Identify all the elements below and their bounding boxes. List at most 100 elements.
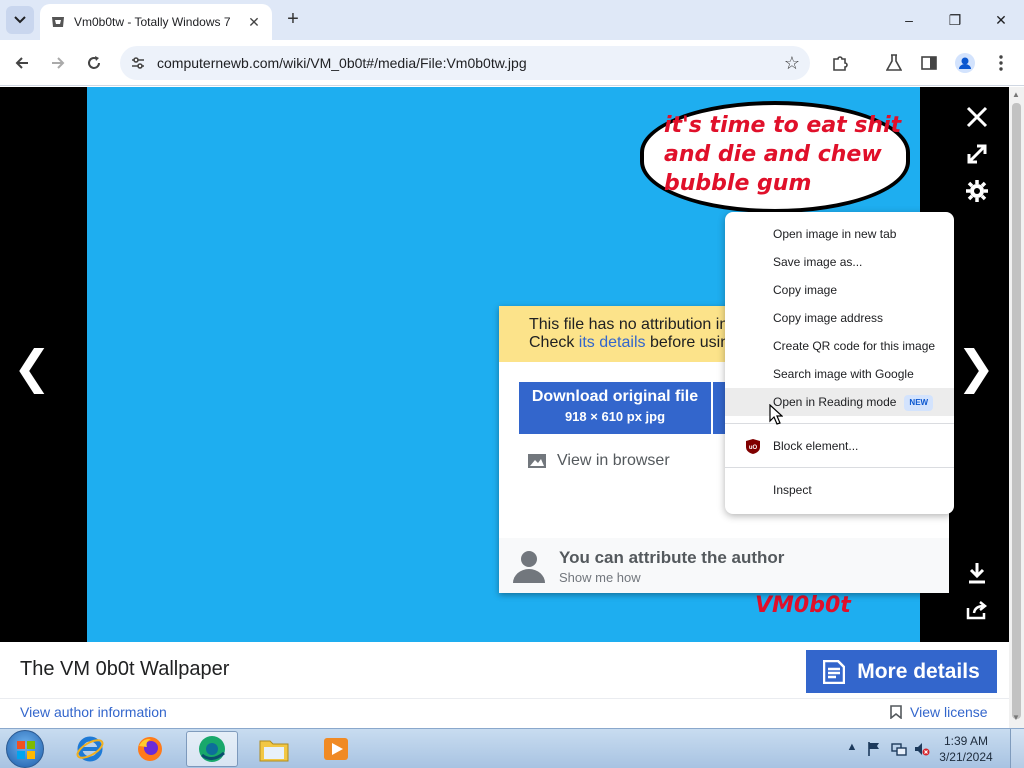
- expand-icon: [967, 144, 987, 164]
- side-panel-icon: [921, 56, 937, 70]
- tray-overflow-chevron[interactable]: ▲: [844, 741, 860, 757]
- kebab-menu-icon: [999, 55, 1003, 71]
- details-link[interactable]: its details: [579, 334, 646, 351]
- ctx-open-reading-mode[interactable]: Open in Reading mode NEW: [725, 388, 954, 416]
- firefox-icon: [138, 737, 162, 761]
- notice-suffix: before usin: [645, 334, 730, 351]
- taskbar-chrome-active[interactable]: [186, 731, 238, 767]
- download-original-meta: 918 × 610 px jpg: [564, 409, 666, 424]
- ctx-copy-image-address[interactable]: Copy image address: [725, 304, 954, 332]
- ctx-label: Open image in new tab: [773, 227, 897, 241]
- view-license-label: View license: [910, 704, 988, 720]
- avatar-icon: [955, 53, 975, 73]
- bookmark-star-icon[interactable]: ☆: [784, 53, 800, 74]
- download-original-button[interactable]: Download original file 918 × 610 px jpg: [519, 382, 711, 434]
- mouse-cursor-icon: [769, 404, 783, 425]
- scroll-up-icon[interactable]: ▲: [1012, 90, 1020, 99]
- ctx-search-image-google[interactable]: Search image with Google: [725, 360, 954, 388]
- attribute-how-link[interactable]: Show me how: [559, 570, 641, 585]
- footer-divider: [0, 698, 1009, 699]
- taskbar-clock[interactable]: 1:39 AM 3/21/2024: [935, 733, 997, 765]
- labs-button[interactable]: [880, 49, 908, 77]
- action-center-flag-icon[interactable]: [866, 741, 882, 757]
- ctx-label: Create QR code for this image: [773, 339, 936, 353]
- ctx-copy-image[interactable]: Copy image: [725, 276, 954, 304]
- ctx-label: Open in Reading mode: [773, 395, 897, 409]
- ctx-block-element[interactable]: uO Block element...: [725, 432, 954, 460]
- media-footer: The VM 0b0t Wallpaper More details View …: [0, 642, 1009, 728]
- flask-icon: [886, 54, 902, 71]
- profile-button[interactable]: [951, 49, 979, 77]
- close-window-button[interactable]: ✕: [978, 0, 1024, 40]
- ctx-label: Block element...: [773, 439, 859, 453]
- maximize-button[interactable]: ❐: [932, 0, 978, 40]
- notice-prefix: Check: [529, 334, 579, 351]
- ctx-label: Search image with Google: [773, 367, 914, 381]
- tab-title: Vm0b0tw - Totally Windows 7: [74, 15, 231, 29]
- volume-muted-icon[interactable]: [914, 741, 930, 757]
- taskbar-internet-explorer[interactable]: [64, 731, 116, 767]
- view-author-link[interactable]: View author information: [20, 704, 167, 720]
- taskbar-firefox[interactable]: [124, 731, 176, 767]
- ctx-create-qr-code[interactable]: Create QR code for this image: [725, 332, 954, 360]
- tab-active[interactable]: Vm0b0tw - Totally Windows 7 ✕: [40, 4, 272, 40]
- tab-search-button[interactable]: [6, 6, 34, 34]
- side-panel-button[interactable]: [915, 49, 943, 77]
- reload-button[interactable]: [80, 49, 108, 77]
- ctx-label: Save image as...: [773, 255, 863, 269]
- ctx-open-image-new-tab[interactable]: Open image in new tab: [725, 220, 954, 248]
- ctx-inspect[interactable]: Inspect: [725, 476, 954, 504]
- url-text[interactable]: computernewb.com/wiki/VM_0b0t#/media/Fil…: [157, 55, 527, 71]
- more-details-label: More details: [857, 659, 980, 683]
- next-image-button[interactable]: ❯: [956, 342, 996, 392]
- chevron-down-icon: [14, 16, 26, 24]
- site-favicon-icon: [52, 17, 64, 27]
- fullscreen-button[interactable]: [962, 139, 992, 169]
- windows-taskbar: ▲ 1:39 AM 3/21/2024: [0, 728, 1024, 768]
- page-scrollbar[interactable]: ▲ ▼: [1009, 87, 1024, 728]
- more-details-button[interactable]: More details: [806, 650, 997, 693]
- windows-logo-icon: [17, 741, 35, 759]
- bookmark-icon: [890, 705, 902, 719]
- arrow-left-icon: [15, 57, 28, 69]
- tab-strip: Vm0b0tw - Totally Windows 7 ✕ + – ❐ ✕: [0, 0, 1024, 40]
- start-button[interactable]: [6, 730, 44, 768]
- attribution-bar[interactable]: You can attribute the author Show me how: [499, 538, 949, 593]
- network-icon[interactable]: [891, 741, 907, 757]
- download-button[interactable]: [962, 558, 992, 588]
- tab-close-icon[interactable]: ✕: [246, 14, 262, 30]
- browser-menu-button[interactable]: [987, 49, 1015, 77]
- file-page-icon: [823, 659, 846, 684]
- speech-bubble-text: it's time to eat shit and die and chew b…: [664, 113, 902, 196]
- browser-app-icon: [199, 736, 225, 762]
- gear-icon: [966, 180, 988, 202]
- new-badge: NEW: [904, 394, 934, 411]
- ctx-separator: [725, 467, 954, 468]
- address-bar[interactable]: computernewb.com/wiki/VM_0b0t#/media/Fil…: [120, 46, 810, 80]
- reload-icon: [88, 56, 100, 69]
- ctx-label: Copy image: [773, 283, 838, 297]
- view-license-link[interactable]: View license: [890, 704, 988, 720]
- clock-date: 3/21/2024: [939, 750, 993, 764]
- show-desktop-button[interactable]: [1010, 729, 1024, 768]
- site-settings-icon[interactable]: [130, 55, 146, 71]
- minimize-button[interactable]: –: [886, 0, 932, 40]
- back-button[interactable]: [8, 49, 36, 77]
- ctx-save-image-as[interactable]: Save image as...: [725, 248, 954, 276]
- scroll-down-icon[interactable]: ▼: [1012, 713, 1020, 722]
- taskbar-media-player[interactable]: [310, 731, 362, 767]
- new-tab-button[interactable]: +: [282, 8, 304, 30]
- close-viewer-button[interactable]: [962, 102, 992, 132]
- forward-button[interactable]: [44, 49, 72, 77]
- puzzle-icon: [833, 56, 848, 71]
- scroll-thumb[interactable]: [1012, 103, 1021, 719]
- previous-image-button[interactable]: ❮: [12, 342, 52, 392]
- context-menu: Open image in new tab Save image as... C…: [725, 212, 954, 514]
- extensions-button[interactable]: [826, 49, 854, 77]
- share-button[interactable]: [962, 595, 992, 625]
- viewer-settings-button[interactable]: [962, 176, 992, 206]
- view-in-browser-link[interactable]: View in browser: [527, 452, 670, 470]
- taskbar-file-explorer[interactable]: [248, 731, 300, 767]
- folder-icon: [259, 740, 289, 762]
- image-watermark: VM0b0t: [755, 593, 851, 618]
